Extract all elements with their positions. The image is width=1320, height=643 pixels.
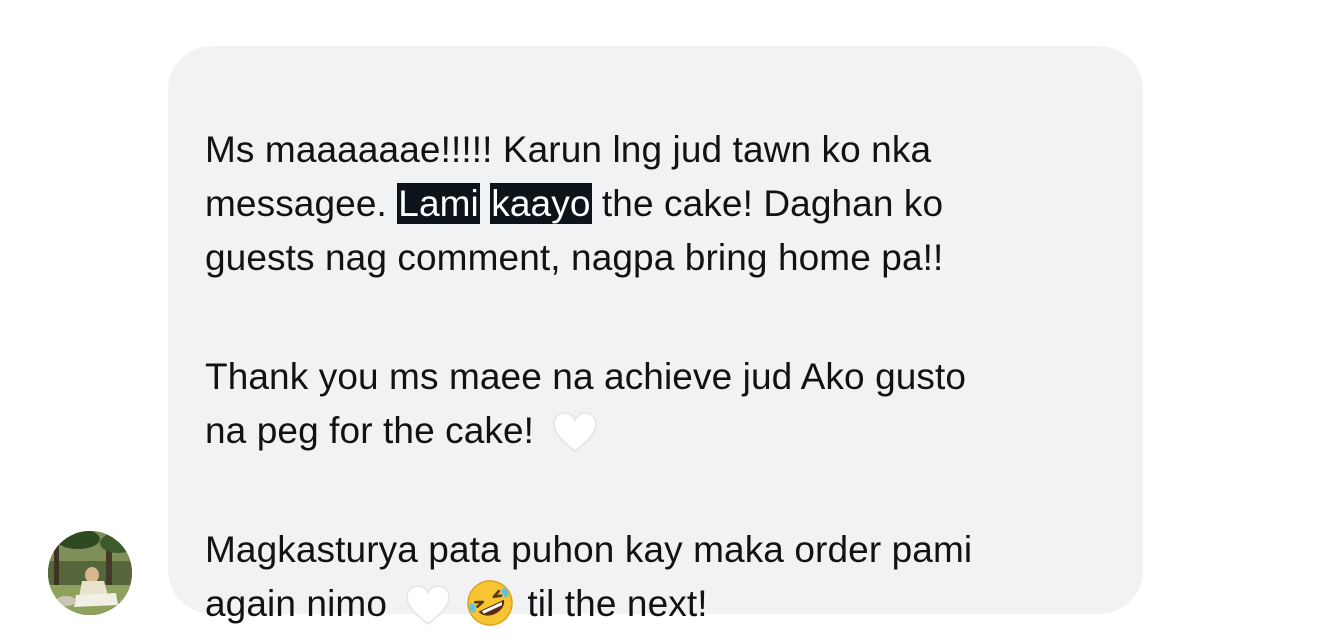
message-text [480,183,490,224]
message-text: the cake! Daghan ko [591,183,944,224]
white-heart-icon [405,584,451,626]
message-line: Magkasturya pata puhon kay maka order pa… [205,529,973,570]
white-heart-icon [552,411,598,453]
message-line: messagee. Lami kaayo the cake! Daghan ko [205,177,943,231]
message-line: na peg for the cake! [205,404,966,458]
message-text: til the next! [527,583,708,624]
message-text: messagee. [205,183,398,224]
message-paragraph-1: Ms maaaaaae!!!!! Karun lng jud tawn ko n… [205,123,943,285]
highlighted-text: Lami [397,183,480,224]
message-bubble[interactable]: Ms maaaaaae!!!!! Karun lng jud tawn ko n… [168,46,1143,626]
message-line: guests nag comment, nagpa bring home pa!… [205,237,944,278]
message-paragraph-2: Thank you ms maee na achieve jud Ako gus… [205,350,966,458]
message-paragraph-3: Magkasturya pata puhon kay maka order pa… [205,523,972,631]
rolling-laughing-icon [465,578,515,628]
message-line: again nimo til the next! [205,577,972,631]
avatar-photo [48,531,132,615]
sender-avatar[interactable] [48,531,132,615]
message-text: again nimo [205,583,398,624]
message-line: Ms maaaaaae!!!!! Karun lng jud tawn ko n… [205,129,932,170]
message-line: Thank you ms maee na achieve jud Ako gus… [205,356,967,397]
highlighted-text: kaayo [490,183,592,224]
message-text: na peg for the cake! [205,410,545,451]
